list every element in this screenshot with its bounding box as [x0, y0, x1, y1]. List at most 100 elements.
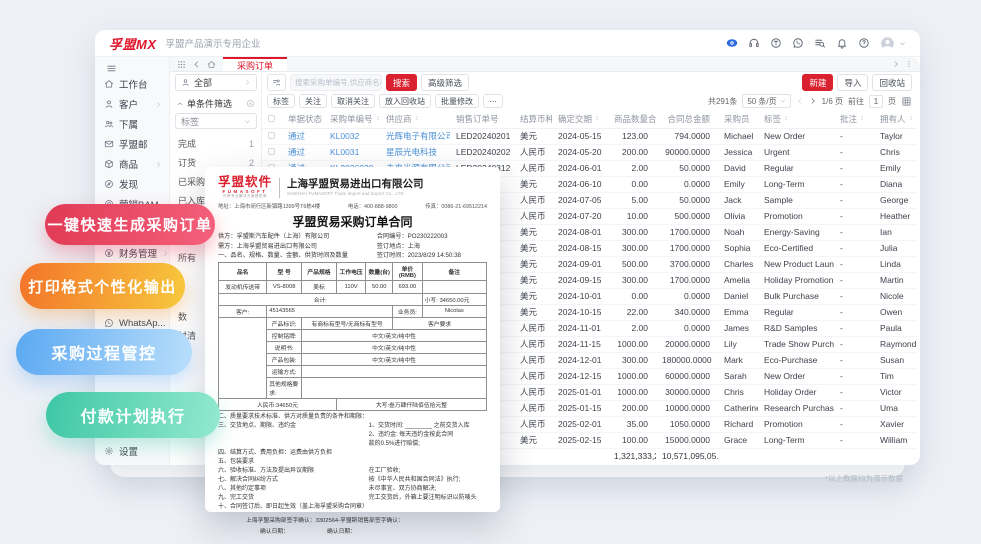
column-header-tag[interactable]: 标签 [758, 110, 834, 129]
cell-currency: 人民币 [514, 384, 552, 401]
scope-select[interactable]: 全部 [175, 74, 257, 91]
cell-buyer: Lily [718, 336, 758, 353]
sidebar-item-0[interactable]: 工作台 [95, 74, 169, 94]
sort-icon[interactable] [783, 115, 789, 121]
sort-icon[interactable] [859, 115, 865, 121]
saved-filter-button[interactable] [267, 74, 286, 91]
import-button[interactable]: 导入 [837, 74, 869, 91]
topbar: 孚盟MX 孚盟产品演示专用企业 [95, 30, 920, 57]
notifications-icon[interactable] [836, 37, 848, 49]
table-header-row: 单据状态采购单编号供应商销售订单号结算币种确定交期商品数量合计合同总金额采购员标… [262, 110, 917, 129]
sidebar-item-finance[interactable]: 财务管理 [95, 243, 169, 263]
cell-status[interactable]: 通过 [282, 144, 324, 161]
tag-filter-select[interactable]: 标签 [175, 113, 257, 129]
sort-icon[interactable] [375, 115, 380, 121]
cell-delivery-date: 2024-10-15 [552, 304, 608, 321]
chevron-down-icon[interactable] [899, 40, 906, 47]
table-row[interactable]: 通过 KL0032 光辉电子有限公司 LED20240201 美元 2024-05-15 1… [262, 128, 917, 145]
home-tab-icon[interactable] [207, 60, 216, 69]
company-name-en: SANGHAI FUMASOFT Trade Import and Export… [287, 190, 404, 196]
sidebar-item-5[interactable]: 发现 [95, 174, 169, 194]
tab-scroll-right-icon[interactable] [892, 60, 900, 68]
cell-supplier[interactable]: 光辉电子有限公司 [380, 128, 450, 145]
cell-delivery-date: 2024-10-01 [552, 288, 608, 305]
help-icon[interactable] [858, 37, 870, 49]
apps-grid-icon[interactable] [177, 60, 186, 69]
sidebar-item-2[interactable]: 下属 [95, 114, 169, 134]
filter-item-0[interactable]: 完成 1 [176, 134, 256, 153]
avatar[interactable] [880, 36, 895, 51]
advanced-filter-button[interactable]: 高级筛选 [421, 74, 470, 91]
cell-qty-total: 200.00 [608, 144, 656, 161]
menu-icon[interactable] [106, 63, 117, 74]
cell-buyer: Catherine [718, 400, 758, 417]
cell-po-number[interactable]: KL0031 [324, 144, 380, 161]
support-headset-icon[interactable] [748, 37, 760, 49]
sidebar-item-4[interactable]: 商品 [95, 154, 169, 174]
ribbon-label: 采购过程管控 [51, 346, 157, 363]
goto-page-input[interactable]: 1 [869, 94, 883, 108]
select-all-checkbox[interactable] [268, 114, 275, 122]
tab-more-icon[interactable] [905, 60, 913, 68]
signature-line: 上海孚盟采购部签字确认：3302564-孚盟斯销售部签字确认： [246, 517, 404, 524]
contract-document: 孚盟软件 FUMASOFT 外贸专业解决方案提供商 上海孚盟贸易进出口有限公司 … [205, 167, 500, 535]
prev-page-button[interactable] [796, 97, 804, 105]
toolbar-button-5[interactable]: ⋯ [483, 94, 503, 108]
visibility-badge-icon[interactable] [726, 37, 738, 49]
cell-po-number[interactable]: KL0032 [324, 128, 380, 145]
cell-currency: 人民币 [514, 320, 552, 337]
contract-header: 孚盟软件 FUMASOFT 外贸专业解决方案提供商 上海孚盟贸易进出口有限公司 … [218, 175, 487, 199]
next-page-button[interactable] [809, 97, 817, 105]
row-checkbox[interactable] [268, 132, 275, 139]
search-button[interactable]: 搜索 [386, 74, 418, 91]
recycle-bin-button[interactable]: 回收站 [872, 74, 912, 91]
cell-delivery-date: 2025-02-01 [552, 416, 608, 433]
table-row[interactable]: 通过 KL0031 星辰光电科技 LED20240202 人民币 2024-05-20 20… [262, 144, 917, 161]
toolbar-button-4[interactable]: 批量修改 [435, 94, 479, 108]
cell-tag: Sample [758, 192, 834, 209]
filter-item-label: 已采购 [178, 177, 206, 187]
whatsapp-icon[interactable] [792, 37, 804, 49]
column-header-supplier[interactable]: 供应商 [380, 110, 450, 129]
page-size-select[interactable]: 50 条/页 [742, 94, 791, 108]
column-header-note[interactable]: 批注 [834, 110, 874, 129]
sidebar-item-label: 发现 [119, 180, 139, 191]
sort-icon[interactable] [414, 115, 420, 121]
sidebar-item-3[interactable]: 孚盟邮 [95, 134, 169, 154]
cell-owner: Emily [874, 160, 917, 177]
tab-purchase-orders[interactable]: 采购订单 [223, 57, 288, 71]
column-header-delivery-date[interactable]: 确定交期 [552, 110, 608, 129]
back-icon[interactable] [192, 60, 201, 69]
sort-icon[interactable] [908, 115, 914, 121]
sort-icon[interactable] [594, 115, 600, 121]
demo-data-footnote: *以上数据均为演示数据 [825, 474, 903, 483]
cell-note: - [834, 272, 874, 289]
sidebar-item-settings[interactable]: 设置 [95, 441, 169, 461]
column-header-status[interactable]: 单据状态 [282, 110, 324, 129]
clause-left: 五、包装要求 [218, 458, 255, 465]
row-checkbox[interactable] [268, 148, 275, 155]
cell-owner: Ian [874, 224, 917, 241]
cell-status[interactable]: 通过 [282, 128, 324, 145]
close-icon[interactable] [246, 99, 255, 108]
search-input[interactable]: 搜索采购单编号,供应商名称,销售订单号 [290, 74, 382, 91]
cell-note: - [834, 144, 874, 161]
topbar-icons [726, 36, 906, 51]
toolbar-button-2[interactable]: 取消关注 [331, 94, 375, 108]
column-header-owner[interactable]: 拥有人 [874, 110, 917, 129]
cell-qty-total: 35.00 [608, 416, 656, 433]
sidebar-item-1[interactable]: 客户 [95, 94, 169, 114]
search-list-icon[interactable] [814, 37, 826, 49]
cell-buyer: Sophia [718, 240, 758, 257]
cell-supplier[interactable]: 星辰光电科技 [380, 144, 450, 161]
create-button[interactable]: 新建 [802, 74, 834, 91]
column-settings-icon[interactable] [901, 96, 912, 107]
toolbar-button-1[interactable]: 关注 [299, 94, 327, 108]
translate-icon[interactable] [770, 37, 782, 49]
sidebar-item-label: 下属 [119, 120, 139, 131]
toolbar-button-0[interactable]: 标签 [267, 94, 295, 108]
cell-note: - [834, 384, 874, 401]
filter-section-header[interactable]: 单条件筛选 [176, 97, 255, 110]
column-header-po-number[interactable]: 采购单编号 [324, 110, 380, 129]
toolbar-button-3[interactable]: 放入回收站 [379, 94, 431, 108]
